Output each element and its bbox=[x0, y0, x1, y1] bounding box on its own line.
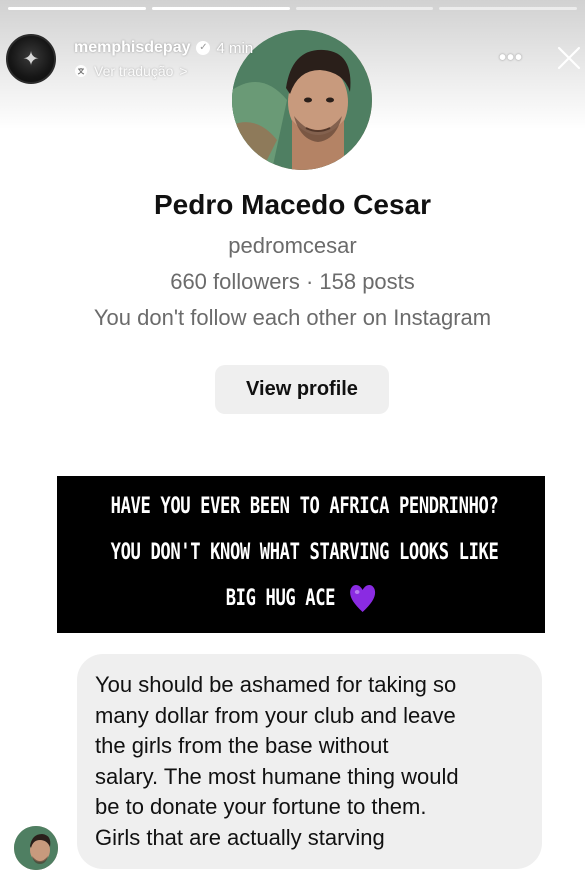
note-line-3-wrap: Big hug Ace bbox=[111, 576, 492, 622]
note-line-2: You don't know what starving looks like bbox=[110, 540, 499, 565]
sender-avatar[interactable] bbox=[14, 826, 58, 870]
purple-heart-icon bbox=[350, 585, 376, 612]
view-profile-button[interactable]: View profile bbox=[215, 365, 389, 414]
close-icon[interactable] bbox=[553, 42, 585, 74]
progress-segment bbox=[439, 7, 577, 10]
more-options-icon[interactable]: ••• bbox=[499, 47, 523, 70]
note-line-1: Have you ever been to Africa Pendrinho? bbox=[110, 494, 499, 519]
story-progress-bar bbox=[8, 7, 577, 10]
message-line: You should be ashamed for taking so bbox=[95, 672, 457, 697]
note-line-3: Big hug Ace bbox=[225, 586, 336, 611]
message-bubble[interactable]: You should be ashamed for taking so many… bbox=[77, 654, 542, 869]
sender-avatar-image bbox=[14, 826, 58, 870]
translate-icon bbox=[75, 65, 87, 77]
story-username[interactable]: memphisdepay bbox=[74, 39, 190, 57]
lion-icon: ✦ bbox=[22, 48, 40, 71]
progress-segment bbox=[8, 7, 146, 10]
handwritten-note-overlay: Have you ever been to Africa Pendrinho? … bbox=[57, 476, 545, 633]
profile-stats: 660 followers · 158 posts bbox=[170, 269, 415, 294]
progress-segment bbox=[295, 7, 434, 10]
profile-handle: pedromcesar bbox=[228, 233, 357, 258]
profile-name: Pedro Macedo Cesar bbox=[154, 189, 431, 220]
mutual-follow-status: You don't follow each other on Instagram bbox=[93, 305, 492, 330]
chevron-right-icon: > bbox=[179, 63, 188, 79]
story-header[interactable]: memphisdepay ✓ 4 min bbox=[74, 37, 253, 59]
progress-segment bbox=[151, 7, 290, 10]
message-line: Girls that are actually starving bbox=[95, 824, 385, 850]
message-line: the girls from the base without bbox=[95, 733, 389, 758]
message-line: be to donate your fortune to them. bbox=[95, 794, 427, 819]
story-author-avatar[interactable]: ✦ bbox=[6, 34, 56, 84]
story-timestamp: 4 min bbox=[216, 39, 254, 57]
message-line: many dollar from your club and leave bbox=[95, 702, 456, 728]
message-line: salary. The most humane thing would bbox=[95, 763, 459, 789]
instagram-story-screen: ✦ memphisdepay ✓ 4 min Ver tradução > ••… bbox=[0, 0, 585, 894]
translate-label: Ver tradução bbox=[94, 63, 174, 79]
translate-button[interactable]: Ver tradução > bbox=[74, 63, 188, 79]
verified-badge-icon: ✓ bbox=[196, 41, 211, 55]
